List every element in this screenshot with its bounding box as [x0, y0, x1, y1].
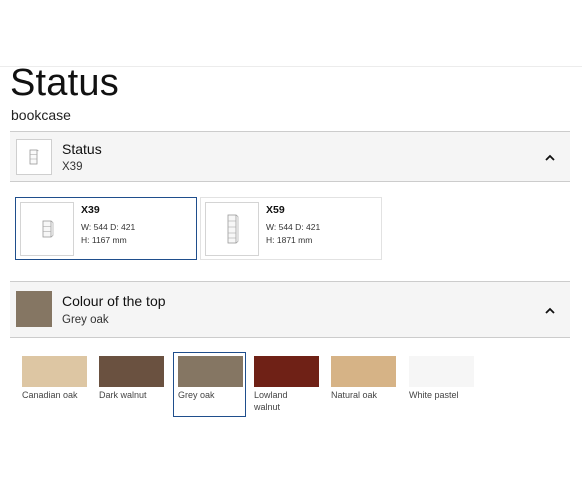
chevron-up-icon[interactable] [544, 305, 556, 317]
status-section-header[interactable]: Status X39 [10, 131, 570, 182]
size-option-x59[interactable]: X59 W: 544 D: 421 H: 1871 mm [200, 197, 382, 260]
status-section-title: Status [62, 141, 102, 157]
chevron-up-icon[interactable] [544, 152, 556, 164]
page-subtitle: bookcase [11, 107, 71, 123]
size-option-dims: W: 544 D: 421 [266, 222, 321, 232]
swatch-label: Lowland walnut [254, 390, 288, 412]
swatch-grey-oak[interactable]: Grey oak [173, 352, 246, 417]
bookcase-thumbnail-icon [16, 139, 52, 175]
swatch-label: Canadian oak [22, 390, 78, 400]
size-option-height: H: 1871 mm [266, 235, 313, 245]
swatch-label: Grey oak [178, 390, 215, 400]
colour-section-value: Grey oak [62, 314, 109, 326]
size-option-dims: W: 544 D: 421 [81, 222, 136, 232]
size-option-name: X59 [266, 204, 285, 216]
swatch-color [331, 356, 396, 387]
bookcase-x39-image [20, 202, 74, 256]
swatch-color [409, 356, 474, 387]
swatch-color [178, 356, 243, 387]
colour-section-title: Colour of the top [62, 293, 166, 309]
page-title: Status [10, 62, 119, 104]
bookcase-x59-image [205, 202, 259, 256]
swatch-label: White pastel [409, 390, 459, 400]
size-option-height: H: 1167 mm [81, 235, 127, 245]
status-section-value: X39 [62, 161, 83, 173]
swatch-label: Natural oak [331, 390, 378, 400]
colour-swatch-thumbnail [16, 291, 52, 327]
size-option-name: X39 [81, 204, 100, 216]
colour-section-header[interactable]: Colour of the top Grey oak [10, 281, 570, 338]
swatch-color [254, 356, 319, 387]
size-option-x39[interactable]: X39 W: 544 D: 421 H: 1167 mm [15, 197, 197, 260]
swatch-color [22, 356, 87, 387]
swatch-color [99, 356, 164, 387]
swatch-label: Dark walnut [99, 390, 147, 400]
